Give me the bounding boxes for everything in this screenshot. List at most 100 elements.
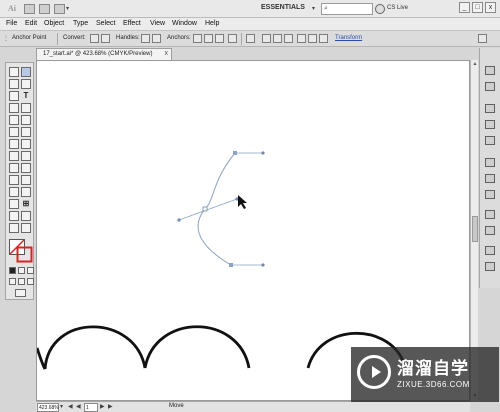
perspective-grid-tool-icon[interactable] bbox=[21, 163, 31, 173]
paintbrush-tool-icon[interactable] bbox=[9, 115, 19, 125]
swatches-panel-icon[interactable] bbox=[485, 104, 495, 113]
hide-handles-icon[interactable] bbox=[152, 34, 161, 43]
zoom-field[interactable]: 423.68% bbox=[37, 403, 59, 412]
close-icon[interactable]: x bbox=[165, 50, 169, 57]
scroll-up-icon[interactable]: ▲ bbox=[471, 60, 479, 68]
screen-mode-icon[interactable] bbox=[15, 289, 26, 297]
chevron-down-icon[interactable]: ▾ bbox=[312, 5, 315, 12]
search-input[interactable]: ⌕ bbox=[321, 3, 373, 15]
brushes-panel-icon[interactable] bbox=[485, 120, 495, 129]
gradient-panel-icon[interactable] bbox=[485, 174, 495, 183]
isolate-object-icon[interactable] bbox=[228, 34, 237, 43]
stock-icon[interactable] bbox=[39, 4, 50, 14]
direct-selection-tool-icon[interactable] bbox=[21, 67, 31, 77]
menu-help[interactable]: Help bbox=[205, 20, 219, 27]
blend-tool-icon[interactable] bbox=[21, 187, 31, 197]
blob-brush-tool-icon[interactable] bbox=[9, 127, 19, 137]
artboards-panel-icon[interactable] bbox=[485, 262, 495, 271]
menu-type[interactable]: Type bbox=[73, 20, 88, 27]
selection-tool-icon[interactable] bbox=[9, 67, 19, 77]
first-artboard-icon[interactable]: ◀ bbox=[68, 403, 73, 410]
menu-select[interactable]: Select bbox=[96, 20, 115, 27]
pencil-tool-icon[interactable] bbox=[21, 115, 31, 125]
align-middle-icon[interactable] bbox=[308, 34, 317, 43]
stroke-panel-icon[interactable] bbox=[485, 158, 495, 167]
warp-tool-icon[interactable] bbox=[9, 151, 19, 161]
remove-anchor-icon[interactable] bbox=[193, 34, 202, 43]
shape-builder-tool-icon[interactable] bbox=[9, 163, 19, 173]
reference-point-icon[interactable] bbox=[246, 34, 255, 43]
fill-stroke-icon[interactable] bbox=[9, 239, 33, 263]
scroll-thumb[interactable] bbox=[472, 216, 478, 242]
workspace-switcher[interactable]: ESSENTIALS bbox=[261, 4, 305, 11]
convert-corner-icon[interactable] bbox=[90, 34, 99, 43]
close-button[interactable]: x bbox=[485, 2, 496, 13]
align-bottom-icon[interactable] bbox=[319, 34, 328, 43]
document-tab[interactable]: 17_start.ai* @ 423.68% (CMYK/Preview) x bbox=[36, 48, 172, 60]
connect-anchors-icon[interactable] bbox=[204, 34, 213, 43]
menu-edit[interactable]: Edit bbox=[25, 20, 37, 27]
graph-tool-icon[interactable]: ⊞ bbox=[21, 199, 31, 209]
menu-file[interactable]: File bbox=[6, 20, 17, 27]
artboard-field[interactable]: 1 bbox=[84, 403, 98, 412]
gradient-tool-icon[interactable] bbox=[21, 175, 31, 185]
hand-tool-icon[interactable] bbox=[9, 223, 19, 233]
eyedropper-tool-icon[interactable] bbox=[9, 187, 19, 197]
show-handles-icon[interactable] bbox=[141, 34, 150, 43]
maximize-button[interactable]: □ bbox=[472, 2, 483, 13]
align-right-icon[interactable] bbox=[284, 34, 293, 43]
previous-artboard-icon[interactable]: ◀ bbox=[76, 403, 81, 410]
graphic-styles-panel-icon[interactable] bbox=[485, 226, 495, 235]
anchor-point bbox=[202, 206, 208, 212]
transparency-panel-icon[interactable] bbox=[485, 190, 495, 199]
cs-live-menu[interactable]: CS Live bbox=[387, 5, 408, 11]
line-tool-icon[interactable] bbox=[9, 103, 19, 113]
last-artboard-icon[interactable]: ▶ bbox=[108, 403, 113, 410]
draw-behind-icon[interactable] bbox=[18, 278, 25, 285]
rotate-tool-icon[interactable] bbox=[9, 139, 19, 149]
transform-link[interactable]: Transform bbox=[335, 35, 362, 41]
align-top-icon[interactable] bbox=[297, 34, 306, 43]
scissors-tool-icon[interactable] bbox=[21, 127, 31, 137]
panel-menu-icon[interactable] bbox=[478, 34, 487, 43]
symbols-panel-icon[interactable] bbox=[485, 136, 495, 145]
magic-wand-tool-icon[interactable] bbox=[9, 79, 19, 89]
zoom-tool-icon[interactable] bbox=[21, 223, 31, 233]
none-mode-icon[interactable] bbox=[27, 267, 34, 274]
artboard-tool-icon[interactable] bbox=[9, 211, 19, 221]
layers-panel-icon[interactable] bbox=[485, 246, 495, 255]
menu-object[interactable]: Object bbox=[44, 20, 64, 27]
cs-live-icon[interactable] bbox=[375, 4, 385, 14]
align-left-icon[interactable] bbox=[262, 34, 271, 43]
draw-normal-icon[interactable] bbox=[9, 278, 16, 285]
convert-smooth-icon[interactable] bbox=[101, 34, 110, 43]
grip-icon: ⋮ bbox=[3, 36, 9, 42]
appearance-panel-icon[interactable] bbox=[485, 210, 495, 219]
pen-tool-icon[interactable] bbox=[9, 91, 19, 101]
slice-tool-icon[interactable] bbox=[21, 211, 31, 221]
color-panel-icon[interactable] bbox=[485, 66, 495, 75]
next-artboard-icon[interactable]: ▶ bbox=[100, 403, 105, 410]
menu-effect[interactable]: Effect bbox=[123, 20, 141, 27]
symbol-sprayer-tool-icon[interactable] bbox=[9, 199, 19, 209]
chevron-down-icon[interactable]: ▾ bbox=[66, 5, 69, 12]
scale-tool-icon[interactable] bbox=[21, 139, 31, 149]
free-transform-tool-icon[interactable] bbox=[21, 151, 31, 161]
align-center-icon[interactable] bbox=[273, 34, 282, 43]
current-tool-status[interactable]: Move bbox=[169, 403, 184, 409]
arrange-documents-icon[interactable] bbox=[54, 4, 65, 14]
draw-inside-icon[interactable] bbox=[27, 278, 34, 285]
cut-path-icon[interactable] bbox=[215, 34, 224, 43]
gradient-mode-icon[interactable] bbox=[18, 267, 25, 274]
ellipse-tool-icon[interactable] bbox=[21, 103, 31, 113]
bridge-icon[interactable] bbox=[24, 4, 35, 14]
minimize-button[interactable]: _ bbox=[459, 2, 470, 13]
type-tool-icon[interactable]: T bbox=[21, 91, 31, 101]
chevron-down-icon[interactable]: ▾ bbox=[60, 403, 63, 410]
color-mode-icon[interactable] bbox=[9, 267, 16, 274]
lasso-tool-icon[interactable] bbox=[21, 79, 31, 89]
menu-view[interactable]: View bbox=[150, 20, 165, 27]
menu-window[interactable]: Window bbox=[172, 20, 197, 27]
mesh-tool-icon[interactable] bbox=[9, 175, 19, 185]
color-guide-panel-icon[interactable] bbox=[485, 82, 495, 91]
